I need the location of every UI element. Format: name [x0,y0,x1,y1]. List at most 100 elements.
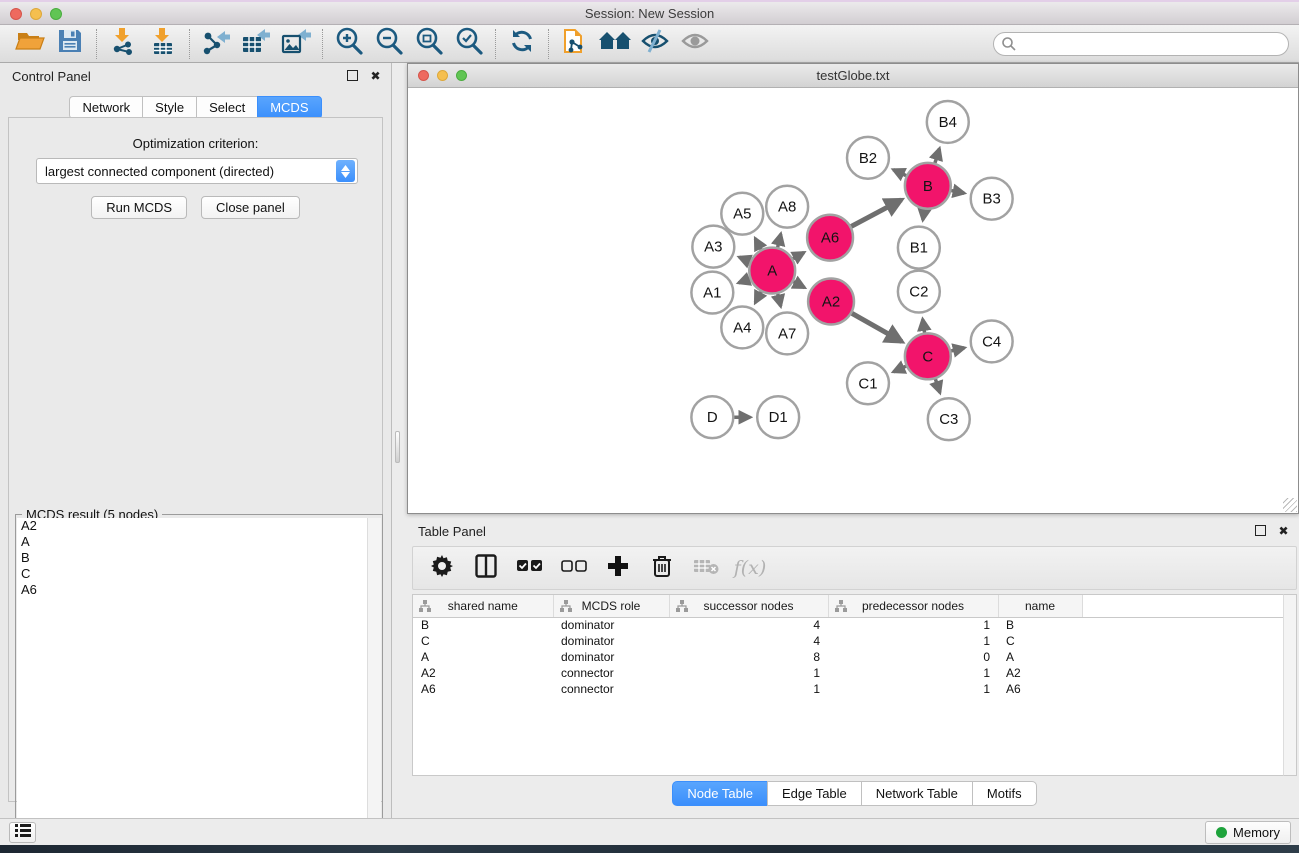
graph-node-B1[interactable]: B1 [898,227,940,269]
graph-node-C1[interactable]: C1 [847,362,889,404]
tab-style[interactable]: Style [142,96,196,119]
graph-edge-A-A2[interactable] [793,282,804,288]
table-cell[interactable]: connector [553,665,669,681]
table-cell[interactable]: B [413,617,553,633]
table-cell[interactable]: dominator [553,649,669,665]
window-resize-grip[interactable] [1283,498,1297,512]
table-cell[interactable]: C [413,633,553,649]
function-builder-button[interactable]: f(x) [733,551,767,585]
home-button[interactable] [595,28,635,60]
export-table-button[interactable] [236,28,276,60]
graph-node-B3[interactable]: B3 [971,178,1013,220]
float-table-panel-icon[interactable] [1255,525,1266,536]
graph-node-C2[interactable]: C2 [898,271,940,313]
graph-edge-A-A1[interactable] [739,279,750,283]
criterion-select[interactable]: largest connected component (directed) [36,158,358,184]
graph-edge-A2-C[interactable] [852,313,902,341]
graph-edge-C-C1[interactable] [893,366,906,372]
table-cell[interactable]: C [998,633,1082,649]
mcds-result-item[interactable]: A6 [17,582,367,598]
table-cell[interactable]: 1 [828,633,998,649]
create-column-button[interactable] [601,551,635,585]
graph-edge-C-C3[interactable] [935,379,940,393]
graph-node-A7[interactable]: A7 [766,312,808,354]
table-cell[interactable]: 1 [828,617,998,633]
import-network-button[interactable] [103,28,143,60]
export-network-button[interactable] [196,28,236,60]
splitter-handle[interactable] [395,431,400,463]
table-cell[interactable]: B [998,617,1082,633]
column-header-predecessor-nodes[interactable]: predecessor nodes [828,595,998,617]
close-table-panel-icon[interactable]: ✖ [1278,525,1289,536]
table-scrollbar[interactable] [1283,594,1297,776]
graph-edge-C-C4[interactable] [951,348,964,351]
graph-node-A4[interactable]: A4 [721,306,763,348]
graph-node-A8[interactable]: A8 [766,186,808,228]
hide-selected-button[interactable] [635,28,675,60]
table-cell[interactable]: connector [553,681,669,697]
table-cell[interactable]: A2 [998,665,1082,681]
delete-table-button[interactable] [689,551,723,585]
refresh-layout-button[interactable] [502,28,542,60]
graph-edge-A-A8[interactable] [778,234,781,247]
table-cell[interactable]: 4 [669,633,828,649]
graph-node-B2[interactable]: B2 [847,137,889,179]
table-row[interactable]: Bdominator41B [413,617,1296,633]
select-all-columns-button[interactable] [513,551,547,585]
graph-edge-A-A7[interactable] [778,294,781,306]
table-cell[interactable]: A2 [413,665,553,681]
network-canvas[interactable]: B4B2BB3A8A5A6B1A3AC2A1A2A4A7C4CC1C3DD1 [408,88,1298,513]
zoom-out-button[interactable] [369,28,409,60]
mcds-list-scrollbar[interactable] [367,518,381,850]
show-columns-button[interactable] [469,551,503,585]
zoom-in-button[interactable] [329,28,369,60]
tab-network[interactable]: Network [69,96,142,119]
mcds-result-item[interactable]: B [17,550,367,566]
graph-edge-B-B2[interactable] [893,170,906,176]
graph-node-C4[interactable]: C4 [971,320,1013,362]
search-input[interactable] [993,32,1289,56]
graph-edge-A-A6[interactable] [793,252,804,258]
open-session-button[interactable] [10,28,50,60]
graph-edge-A-A5[interactable] [755,238,761,249]
graph-edge-A-A3[interactable] [739,257,750,261]
graph-node-A[interactable]: A [749,248,795,294]
graph-edge-C-C2[interactable] [923,319,925,332]
tab-motifs[interactable]: Motifs [972,781,1037,806]
zoom-selected-button[interactable] [449,28,489,60]
minimize-network-window-button[interactable] [437,70,448,81]
table-cell[interactable]: 1 [828,681,998,697]
minimize-window-button[interactable] [30,8,42,20]
mcds-result-item[interactable]: A [17,534,367,550]
mcds-result-item[interactable]: A2 [17,518,367,534]
table-row[interactable]: A6connector11A6 [413,681,1296,697]
zoom-fit-button[interactable] [409,28,449,60]
zoom-network-window-button[interactable] [456,70,467,81]
table-cell[interactable]: A6 [413,681,553,697]
run-mcds-button[interactable]: Run MCDS [91,196,187,219]
graph-node-A1[interactable]: A1 [691,272,733,314]
delete-column-button[interactable] [645,551,679,585]
graph-node-A2[interactable]: A2 [808,279,854,325]
unselect-all-columns-button[interactable] [557,551,591,585]
import-table-button[interactable] [143,28,183,60]
table-cell[interactable]: 0 [828,649,998,665]
graph-node-B4[interactable]: B4 [927,101,969,143]
tab-edge-table[interactable]: Edge Table [767,781,861,806]
graph-node-A6[interactable]: A6 [807,215,853,261]
table-cell[interactable]: 8 [669,649,828,665]
table-cell[interactable]: A6 [998,681,1082,697]
table-row[interactable]: Adominator80A [413,649,1296,665]
tab-node-table[interactable]: Node Table [672,781,767,806]
network-list-button[interactable] [9,822,36,843]
graph-node-D[interactable]: D [691,396,733,438]
column-header-name[interactable]: name [998,595,1082,617]
float-panel-icon[interactable] [347,70,358,81]
table-cell[interactable]: A [413,649,553,665]
tab-select[interactable]: Select [196,96,257,119]
table-row[interactable]: Cdominator41C [413,633,1296,649]
table-cell[interactable]: A [998,649,1082,665]
graph-edge-A6-B[interactable] [851,200,901,227]
graph-edge-A-A4[interactable] [755,292,761,303]
graph-node-C3[interactable]: C3 [928,398,970,440]
